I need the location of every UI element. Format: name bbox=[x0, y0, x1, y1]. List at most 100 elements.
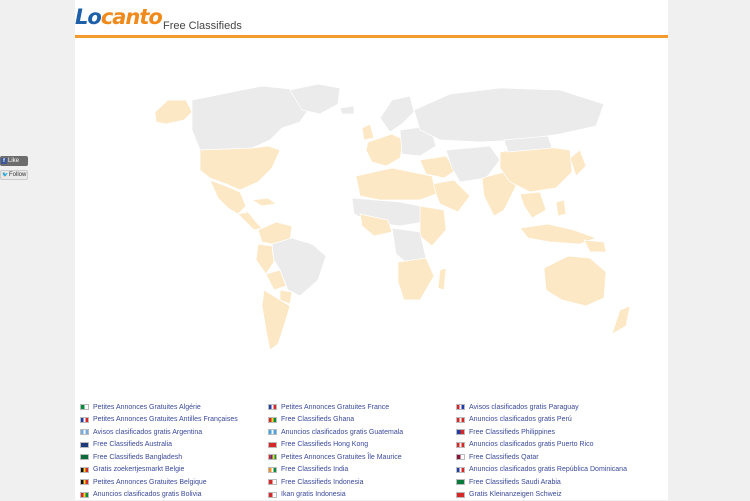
country-link[interactable]: Ikan gratis Indonesia bbox=[268, 489, 456, 501]
country-link-label: Petites Annonces Gratuites Île Maurice bbox=[281, 454, 402, 461]
country-link[interactable]: Petites Annonces Gratuites Antilles Fran… bbox=[80, 414, 268, 427]
country-link-label: Petites Annonces Gratuites Algérie bbox=[93, 404, 201, 411]
flag-icon bbox=[456, 404, 465, 410]
country-link-label: Petites Annonces Gratuites Belgique bbox=[93, 479, 207, 486]
country-link[interactable]: Gratis zoekertjesmarkt Belgie bbox=[80, 464, 268, 477]
map-region-saudi-arabia[interactable] bbox=[432, 180, 470, 212]
facebook-like-button[interactable]: f Like bbox=[0, 156, 28, 166]
flag-icon bbox=[80, 454, 89, 460]
facebook-icon: f bbox=[1, 158, 7, 164]
flag-icon bbox=[80, 479, 89, 485]
country-link[interactable]: Anuncios clasificados gratis Bolivia bbox=[80, 489, 268, 501]
country-link-label: Avisos clasificados gratis Argentina bbox=[93, 429, 202, 436]
country-link-label: Petites Annonces Gratuites Antilles Fran… bbox=[93, 416, 238, 423]
flag-icon bbox=[80, 492, 89, 498]
country-link-label: Petites Annonces Gratuites France bbox=[281, 404, 389, 411]
twitter-icon: 🐦 bbox=[2, 172, 8, 178]
map-region-central-america[interactable] bbox=[238, 212, 262, 230]
map-region-east-africa[interactable] bbox=[420, 206, 446, 246]
flag-icon bbox=[80, 429, 89, 435]
country-link-label: Free Classifieds India bbox=[281, 466, 348, 473]
country-link-label: Free Classifieds Ghana bbox=[281, 416, 354, 423]
country-link-label: Free Classifieds Australia bbox=[93, 441, 172, 448]
country-link-label: Free Classifieds Bangladesh bbox=[93, 454, 182, 461]
flag-icon bbox=[268, 492, 277, 498]
country-link[interactable]: Petites Annonces Gratuites Belgique bbox=[80, 476, 268, 489]
country-link-label: Anuncios clasificados gratis Puerto Rico bbox=[469, 441, 594, 448]
country-link[interactable]: Anuncios clasificados gratis República D… bbox=[456, 464, 656, 477]
country-link[interactable]: Free Classifieds Australia bbox=[80, 439, 268, 452]
country-link[interactable]: Free Classifieds Ghana bbox=[268, 414, 456, 427]
map-region-uk[interactable] bbox=[362, 124, 374, 140]
map-region-scandinavia[interactable] bbox=[380, 96, 414, 132]
country-link-label: Free Classifieds Saudi Arabia bbox=[469, 479, 561, 486]
country-link-label: Ikan gratis Indonesia bbox=[281, 491, 346, 498]
flag-icon bbox=[80, 467, 89, 473]
like-label: Like bbox=[8, 158, 19, 164]
flag-icon bbox=[456, 479, 465, 485]
country-link[interactable]: Petites Annonces Gratuites Algérie bbox=[80, 401, 268, 414]
twitter-follow-button[interactable]: 🐦 Follow bbox=[0, 170, 28, 180]
map-region-southeast-asia[interactable] bbox=[520, 192, 546, 218]
map-region-peru[interactable] bbox=[256, 244, 274, 274]
country-link-label: Anuncios clasificados gratis Perú bbox=[469, 416, 572, 423]
map-region-korea-japan[interactable] bbox=[570, 150, 586, 176]
map-region-alaska[interactable] bbox=[155, 100, 192, 124]
site-tagline: Free Classifieds bbox=[163, 20, 242, 32]
flag-icon bbox=[268, 404, 277, 410]
country-link-label: Free Classifieds Philippines bbox=[469, 429, 555, 436]
map-region-iceland[interactable] bbox=[340, 106, 354, 114]
country-link[interactable]: Free Classifieds Indonesia bbox=[268, 476, 456, 489]
world-map[interactable] bbox=[75, 82, 668, 357]
country-link[interactable]: Free Classifieds India bbox=[268, 464, 456, 477]
flag-icon bbox=[268, 442, 277, 448]
flag-icon bbox=[456, 467, 465, 473]
country-link[interactable]: Anuncios clasificados gratis Guatemala bbox=[268, 426, 456, 439]
country-link-label: Free Classifieds Hong Kong bbox=[281, 441, 368, 448]
flag-icon bbox=[456, 442, 465, 448]
country-links-list: Petites Annonces Gratuites Algérie Petite… bbox=[80, 401, 660, 501]
flag-icon bbox=[80, 404, 89, 410]
map-region-north-africa[interactable] bbox=[356, 168, 436, 200]
country-link[interactable]: Free Classifieds Philippines bbox=[456, 426, 656, 439]
country-link[interactable]: Gratis Kleinanzeigen Schweiz bbox=[456, 489, 656, 501]
country-link-label: Avisos clasificados gratis Paraguay bbox=[469, 404, 579, 411]
site-header: Locanto Free Classifieds bbox=[75, 0, 668, 38]
map-region-australia[interactable] bbox=[544, 256, 606, 306]
country-link-label: Gratis zoekertjesmarkt Belgie bbox=[93, 466, 184, 473]
flag-icon bbox=[80, 417, 89, 423]
flag-icon bbox=[456, 429, 465, 435]
map-region-southern-africa[interactable] bbox=[398, 258, 434, 300]
country-link-label: Anuncios clasificados gratis Bolivia bbox=[93, 491, 202, 498]
flag-icon bbox=[456, 417, 465, 423]
country-link-label: Gratis Kleinanzeigen Schweiz bbox=[469, 491, 562, 498]
flag-icon bbox=[80, 442, 89, 448]
map-region-philippines[interactable] bbox=[556, 200, 566, 216]
country-link-label: Anuncios clasificados gratis Guatemala bbox=[281, 429, 403, 436]
country-link-label: Anuncios clasificados gratis República D… bbox=[469, 466, 627, 473]
map-region-new-guinea[interactable] bbox=[584, 240, 606, 252]
country-link-label: Free Classifieds Qatar bbox=[469, 454, 539, 461]
country-link[interactable]: Avisos clasificados gratis Paraguay bbox=[456, 401, 656, 414]
map-region-new-zealand[interactable] bbox=[612, 306, 630, 334]
map-region-caribbean[interactable] bbox=[252, 198, 276, 206]
country-link[interactable]: Free Classifieds Saudi Arabia bbox=[456, 476, 656, 489]
country-link[interactable]: Avisos clasificados gratis Argentina bbox=[80, 426, 268, 439]
flag-icon bbox=[268, 467, 277, 473]
country-link[interactable]: Free Classifieds Bangladesh bbox=[80, 451, 268, 464]
country-link[interactable]: Anuncios clasificados gratis Perú bbox=[456, 414, 656, 427]
country-link[interactable]: Free Classifieds Hong Kong bbox=[268, 439, 456, 452]
country-link[interactable]: Free Classifieds Qatar bbox=[456, 451, 656, 464]
flag-icon bbox=[268, 454, 277, 460]
country-link[interactable]: Anuncios clasificados gratis Puerto Rico bbox=[456, 439, 656, 452]
follow-label: Follow bbox=[9, 172, 26, 178]
locanto-logo[interactable]: Locanto bbox=[75, 5, 162, 29]
country-link[interactable]: Petites Annonces Gratuites Île Maurice bbox=[268, 451, 456, 464]
flag-icon bbox=[268, 479, 277, 485]
map-region-russia[interactable] bbox=[414, 88, 604, 142]
map-region-madagascar[interactable] bbox=[438, 268, 446, 290]
country-link[interactable]: Petites Annonces Gratuites France bbox=[268, 401, 456, 414]
flag-icon bbox=[268, 429, 277, 435]
flag-icon bbox=[456, 492, 465, 498]
country-link-label: Free Classifieds Indonesia bbox=[281, 479, 364, 486]
